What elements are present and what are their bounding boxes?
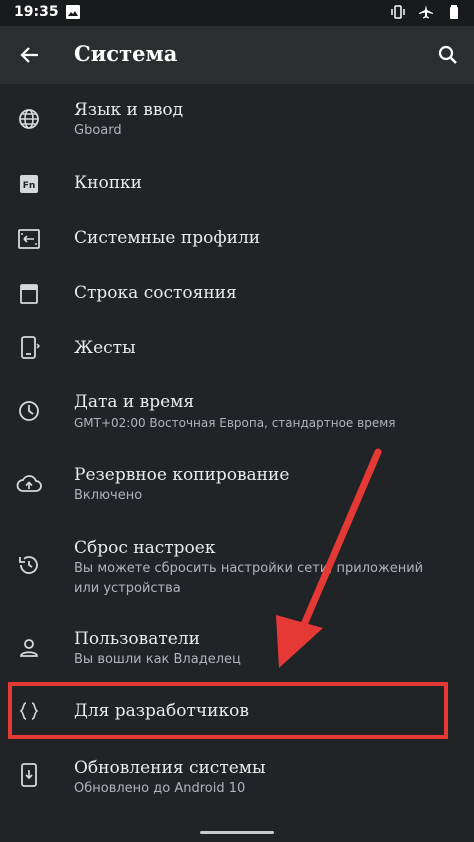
vibrate-icon xyxy=(390,4,406,20)
profiles-icon xyxy=(16,226,42,252)
highlight-box xyxy=(8,682,448,739)
list-item-reset[interactable]: Сброс настроек Вы можете сбросить настро… xyxy=(0,532,474,602)
navigation-handle[interactable] xyxy=(200,831,274,834)
history-icon xyxy=(16,552,42,578)
item-title: Строка состояния xyxy=(74,283,237,303)
item-subtitle: Gboard xyxy=(74,123,122,138)
battery-icon xyxy=(446,4,462,20)
item-subtitle: Включено xyxy=(74,488,143,503)
gestures-icon xyxy=(16,335,42,361)
item-title: Резервное копирование xyxy=(74,465,290,485)
statusbar-icon xyxy=(16,281,42,307)
item-title: Обновления системы xyxy=(74,758,266,778)
item-subtitle: Вы вошли как Владелец xyxy=(74,652,241,667)
item-title: Язык и ввод xyxy=(74,100,184,120)
item-title: Пользователи xyxy=(74,629,200,649)
cloud-upload-icon xyxy=(16,471,42,497)
arrow-back-icon[interactable] xyxy=(14,39,46,71)
list-item-language[interactable]: Язык и ввод Gboard xyxy=(0,94,474,148)
list-item-buttons[interactable]: Fn Кнопки xyxy=(0,160,474,206)
item-title: Кнопки xyxy=(74,173,143,193)
status-icons xyxy=(390,4,462,20)
item-title: Сброс настроек xyxy=(74,538,216,558)
page-title: Система xyxy=(74,41,178,66)
svg-text:Fn: Fn xyxy=(23,181,36,191)
globe-icon xyxy=(16,106,42,132)
person-icon xyxy=(16,635,42,661)
fn-key-icon: Fn xyxy=(16,171,42,197)
system-update-icon xyxy=(16,762,42,788)
app-bar: Система xyxy=(0,26,474,84)
item-title: Системные профили xyxy=(74,228,261,248)
list-item-gestures[interactable]: Жесты xyxy=(0,325,474,371)
search-icon[interactable] xyxy=(432,39,464,71)
list-item-date-time[interactable]: Дата и время GMT+02:00 Восточная Европа,… xyxy=(0,386,474,440)
status-time: 19:35 xyxy=(14,4,59,20)
airplane-icon xyxy=(418,4,434,20)
image-icon xyxy=(65,4,81,20)
item-subtitle: Вы можете сбросить настройки сети, прило… xyxy=(74,561,424,596)
list-item-users[interactable]: Пользователи Вы вошли как Владелец xyxy=(0,623,474,677)
list-item-status-bar[interactable]: Строка состояния xyxy=(0,270,474,316)
item-subtitle: GMT+02:00 Восточная Европа, стандартное … xyxy=(74,416,396,430)
status-bar: 19:35 xyxy=(0,0,474,26)
list-item-backup[interactable]: Резервное копирование Включено xyxy=(0,459,474,513)
item-title: Жесты xyxy=(74,338,136,358)
list-item-system-profiles[interactable]: Системные профили xyxy=(0,215,474,261)
clock-icon xyxy=(16,398,42,424)
list-item-system-update[interactable]: Обновления системы Обновлено до Android … xyxy=(0,752,474,806)
item-subtitle: Обновлено до Android 10 xyxy=(74,781,246,796)
item-title: Дата и время xyxy=(74,392,195,412)
